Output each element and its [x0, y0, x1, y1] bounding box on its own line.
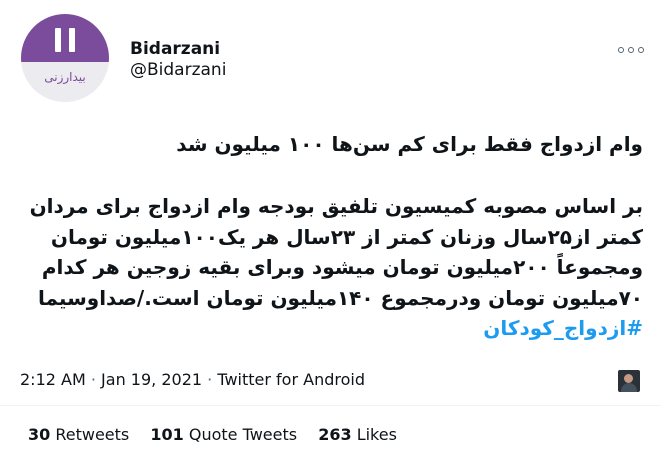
pause-icon-right-bar — [69, 28, 75, 52]
thumbnail-body — [621, 383, 637, 392]
more-options-icon[interactable] — [618, 43, 644, 57]
dot-icon — [638, 47, 644, 53]
likes-stat[interactable]: 263 Likes — [318, 425, 397, 444]
avatar-logo-text: بیدارزنی — [44, 70, 86, 84]
thumbnail-head — [624, 374, 633, 383]
media-thumbnail[interactable] — [618, 370, 640, 392]
tweet-body-line: کمتر از۲۵سال وزنان کمتر از ۲۳سال هر یک۱۰… — [50, 224, 643, 249]
divider — [0, 405, 661, 406]
pause-icon-left-bar — [55, 28, 61, 52]
avatar-logo-top — [21, 14, 109, 62]
likes-count: 263 — [318, 425, 352, 444]
tweet-text: وام ازدواج فقط برای کم سن‌ها ۱۰۰ میلیون … — [20, 128, 643, 343]
dot-icon — [618, 47, 624, 53]
meta-separator: · — [207, 370, 213, 389]
tweet-body-line: بر اساس مصوبه کمیسیون تلفیق بودجه وام از… — [29, 194, 643, 218]
tweet-body-line: ومجموعاً ۲۰۰میلیون تومان میشود وبرای بقی… — [41, 255, 643, 279]
tweet-source[interactable]: Twitter for Android — [217, 370, 365, 389]
tweet-body: بر اساس مصوبه کمیسیون تلفیق بودجه وام از… — [20, 191, 643, 313]
tweet-title: وام ازدواج فقط برای کم سن‌ها ۱۰۰ میلیون … — [176, 132, 643, 156]
user-display-name[interactable]: Bidarzani — [130, 39, 220, 59]
tweet-body-line: ۷۰میلیون تومان ودرمجموع ۱۴۰میلیون تومان … — [38, 285, 643, 310]
tweet-card: بیدارزنی Bidarzani @Bidarzani وام ازدواج… — [0, 0, 661, 470]
retweets-count: 30 — [28, 425, 51, 444]
hashtag-link[interactable]: #ازدواج_کودکان — [20, 313, 643, 343]
avatar[interactable]: بیدارزنی — [21, 14, 109, 102]
retweets-label: Retweets — [55, 425, 130, 444]
quote-tweets-label: Quote Tweets — [188, 425, 298, 444]
tweet-meta: 2:12 AM · Jan 19, 2021 · Twitter for And… — [20, 370, 365, 389]
quote-tweets-count: 101 — [150, 425, 184, 444]
dot-icon — [628, 47, 634, 53]
quote-tweets-stat[interactable]: 101 Quote Tweets — [150, 425, 297, 444]
tweet-stats: 30 Retweets 101 Quote Tweets 263 Likes — [28, 425, 413, 444]
retweets-stat[interactable]: 30 Retweets — [28, 425, 129, 444]
likes-label: Likes — [356, 425, 397, 444]
meta-separator: · — [90, 370, 96, 389]
tweet-time[interactable]: 2:12 AM — [20, 370, 86, 389]
user-handle[interactable]: @Bidarzani — [130, 60, 226, 80]
tweet-date[interactable]: Jan 19, 2021 — [101, 370, 202, 389]
